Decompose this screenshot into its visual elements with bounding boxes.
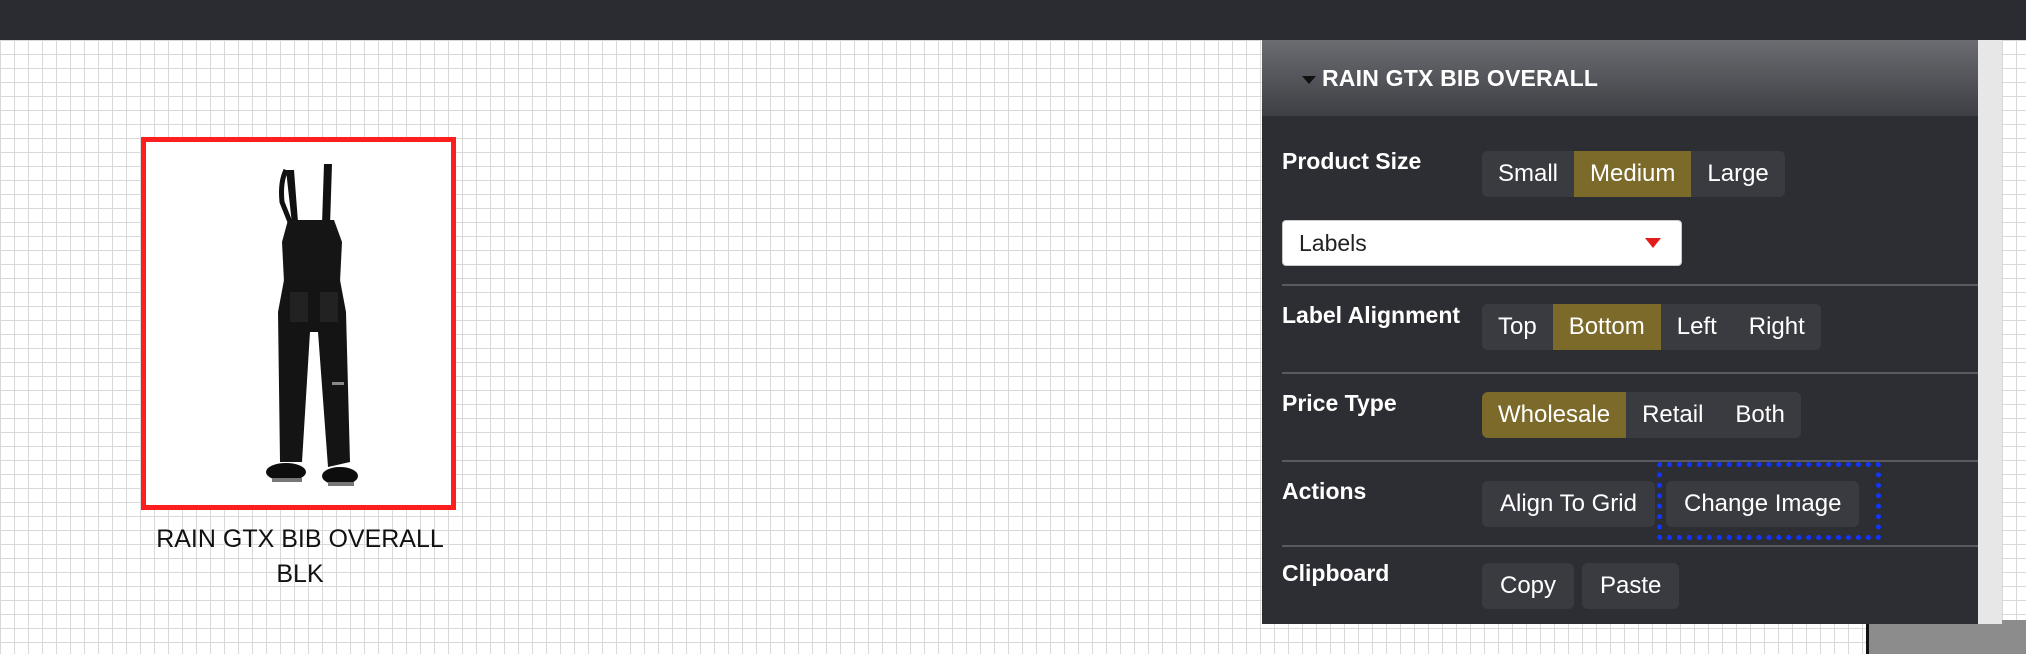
labels-dropdown[interactable]: Labels <box>1282 220 1682 266</box>
dropdown-arrow-icon <box>1645 238 1661 248</box>
product-size-label: Product Size <box>1282 148 1422 174</box>
price-wholesale-button[interactable]: Wholesale <box>1482 392 1627 438</box>
collapse-caret-icon[interactable] <box>1302 76 1316 84</box>
label-alignment-toggle: Top Bottom Left Right <box>1482 304 1821 350</box>
divider <box>1282 545 1982 547</box>
product-name-label: RAIN GTX BIB OVERALL BLK <box>110 522 490 592</box>
panel-scrollbar[interactable] <box>1978 40 2002 624</box>
product-size-toggle: Small Medium Large <box>1482 151 1785 197</box>
canvas-edge-strip <box>1866 620 2026 654</box>
copy-button[interactable]: Copy <box>1482 563 1575 609</box>
product-name-line2: BLK <box>276 560 324 588</box>
product-name-line1: RAIN GTX BIB OVERALL <box>156 525 444 553</box>
size-large-button[interactable]: Large <box>1691 151 1785 197</box>
panel-title: RAIN GTX BIB OVERALL <box>1322 64 1599 91</box>
divider <box>1282 284 1982 286</box>
size-medium-button[interactable]: Medium <box>1574 151 1692 197</box>
align-to-grid-button[interactable]: Align To Grid <box>1482 481 1655 527</box>
labels-dropdown-value: Labels <box>1299 229 1367 256</box>
divider <box>1282 372 1982 374</box>
align-bottom-button[interactable]: Bottom <box>1552 304 1661 350</box>
size-small-button[interactable]: Small <box>1482 151 1575 197</box>
change-image-focus-outline <box>1657 462 1881 540</box>
align-right-button[interactable]: Right <box>1732 304 1821 350</box>
panel-header[interactable]: RAIN GTX BIB OVERALL <box>1262 40 1978 116</box>
actions-label: Actions <box>1282 478 1367 504</box>
clipboard-label: Clipboard <box>1282 560 1390 586</box>
price-both-button[interactable]: Both <box>1719 392 1801 438</box>
paste-button[interactable]: Paste <box>1582 563 1680 609</box>
label-alignment-label: Label Alignment <box>1282 302 1461 328</box>
price-type-toggle: Wholesale Retail Both <box>1482 392 1801 438</box>
top-bar <box>0 0 2026 40</box>
price-retail-button[interactable]: Retail <box>1626 392 1720 438</box>
product-properties-panel: RAIN GTX BIB OVERALL Product Size Small … <box>1262 40 2002 624</box>
selected-product-card[interactable] <box>141 137 456 510</box>
bib-overall-image <box>266 164 358 486</box>
price-type-label: Price Type <box>1282 390 1397 416</box>
align-top-button[interactable]: Top <box>1482 304 1553 350</box>
align-left-button[interactable]: Left <box>1660 304 1733 350</box>
